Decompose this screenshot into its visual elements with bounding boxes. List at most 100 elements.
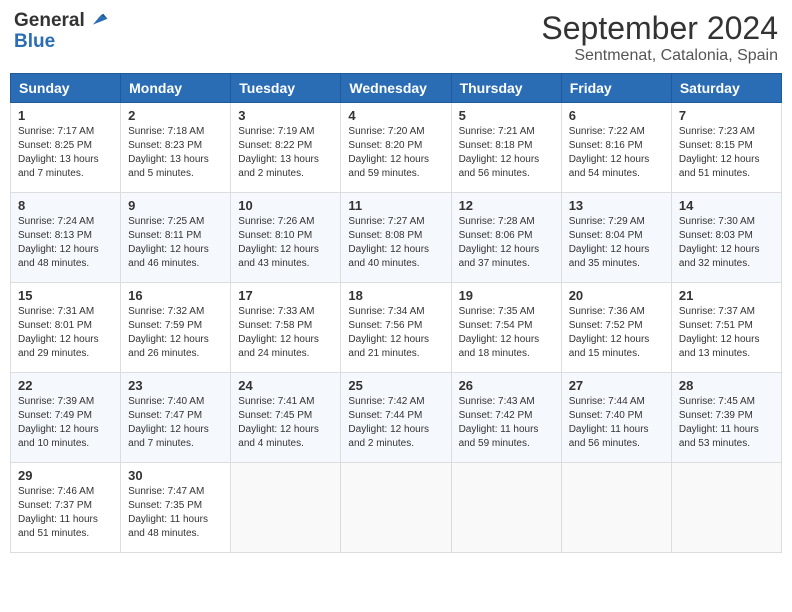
table-row: 22 Sunrise: 7:39 AM Sunset: 7:49 PM Dayl…	[11, 373, 121, 463]
table-row: 30 Sunrise: 7:47 AM Sunset: 7:35 PM Dayl…	[121, 463, 231, 553]
day-number: 25	[348, 378, 443, 393]
table-row: 27 Sunrise: 7:44 AM Sunset: 7:40 PM Dayl…	[561, 373, 671, 463]
day-info: Sunrise: 7:47 AM Sunset: 7:35 PM Dayligh…	[128, 485, 223, 541]
page-header: General Blue September 2024 Sentmenat, C…	[10, 10, 782, 65]
day-number: 23	[128, 378, 223, 393]
day-number: 16	[128, 288, 223, 303]
day-info: Sunrise: 7:40 AM Sunset: 7:47 PM Dayligh…	[128, 395, 223, 451]
day-number: 19	[459, 288, 554, 303]
calendar-week-row: 22 Sunrise: 7:39 AM Sunset: 7:49 PM Dayl…	[11, 373, 782, 463]
day-info: Sunrise: 7:45 AM Sunset: 7:39 PM Dayligh…	[679, 395, 774, 451]
day-number: 21	[679, 288, 774, 303]
day-number: 5	[459, 108, 554, 123]
table-row: 26 Sunrise: 7:43 AM Sunset: 7:42 PM Dayl…	[451, 373, 561, 463]
table-row	[561, 463, 671, 553]
day-number: 30	[128, 468, 223, 483]
col-sunday: Sunday	[11, 74, 121, 103]
col-wednesday: Wednesday	[341, 74, 451, 103]
day-info: Sunrise: 7:24 AM Sunset: 8:13 PM Dayligh…	[18, 215, 113, 271]
day-info: Sunrise: 7:17 AM Sunset: 8:25 PM Dayligh…	[18, 125, 113, 181]
table-row	[451, 463, 561, 553]
table-row: 29 Sunrise: 7:46 AM Sunset: 7:37 PM Dayl…	[11, 463, 121, 553]
location-title: Sentmenat, Catalonia, Spain	[541, 47, 778, 65]
day-number: 9	[128, 198, 223, 213]
day-number: 13	[569, 198, 664, 213]
calendar-week-row: 29 Sunrise: 7:46 AM Sunset: 7:37 PM Dayl…	[11, 463, 782, 553]
table-row: 6 Sunrise: 7:22 AM Sunset: 8:16 PM Dayli…	[561, 103, 671, 193]
day-info: Sunrise: 7:18 AM Sunset: 8:23 PM Dayligh…	[128, 125, 223, 181]
table-row: 5 Sunrise: 7:21 AM Sunset: 8:18 PM Dayli…	[451, 103, 561, 193]
day-info: Sunrise: 7:32 AM Sunset: 7:59 PM Dayligh…	[128, 305, 223, 361]
calendar-week-row: 1 Sunrise: 7:17 AM Sunset: 8:25 PM Dayli…	[11, 103, 782, 193]
col-tuesday: Tuesday	[231, 74, 341, 103]
table-row: 2 Sunrise: 7:18 AM Sunset: 8:23 PM Dayli…	[121, 103, 231, 193]
table-row: 17 Sunrise: 7:33 AM Sunset: 7:58 PM Dayl…	[231, 283, 341, 373]
day-number: 26	[459, 378, 554, 393]
day-info: Sunrise: 7:30 AM Sunset: 8:03 PM Dayligh…	[679, 215, 774, 271]
day-number: 27	[569, 378, 664, 393]
day-number: 17	[238, 288, 333, 303]
calendar-header-row: Sunday Monday Tuesday Wednesday Thursday…	[11, 74, 782, 103]
table-row: 28 Sunrise: 7:45 AM Sunset: 7:39 PM Dayl…	[671, 373, 781, 463]
calendar-week-row: 8 Sunrise: 7:24 AM Sunset: 8:13 PM Dayli…	[11, 193, 782, 283]
day-number: 11	[348, 198, 443, 213]
day-info: Sunrise: 7:42 AM Sunset: 7:44 PM Dayligh…	[348, 395, 443, 451]
table-row: 24 Sunrise: 7:41 AM Sunset: 7:45 PM Dayl…	[231, 373, 341, 463]
table-row	[341, 463, 451, 553]
day-info: Sunrise: 7:34 AM Sunset: 7:56 PM Dayligh…	[348, 305, 443, 361]
day-info: Sunrise: 7:33 AM Sunset: 7:58 PM Dayligh…	[238, 305, 333, 361]
table-row: 20 Sunrise: 7:36 AM Sunset: 7:52 PM Dayl…	[561, 283, 671, 373]
title-block: September 2024 Sentmenat, Catalonia, Spa…	[541, 10, 778, 65]
logo-blue: Blue	[14, 32, 109, 53]
day-info: Sunrise: 7:46 AM Sunset: 7:37 PM Dayligh…	[18, 485, 113, 541]
day-info: Sunrise: 7:28 AM Sunset: 8:06 PM Dayligh…	[459, 215, 554, 271]
table-row: 4 Sunrise: 7:20 AM Sunset: 8:20 PM Dayli…	[341, 103, 451, 193]
day-number: 7	[679, 108, 774, 123]
day-info: Sunrise: 7:22 AM Sunset: 8:16 PM Dayligh…	[569, 125, 664, 181]
table-row: 1 Sunrise: 7:17 AM Sunset: 8:25 PM Dayli…	[11, 103, 121, 193]
table-row: 14 Sunrise: 7:30 AM Sunset: 8:03 PM Dayl…	[671, 193, 781, 283]
col-saturday: Saturday	[671, 74, 781, 103]
day-number: 15	[18, 288, 113, 303]
table-row: 11 Sunrise: 7:27 AM Sunset: 8:08 PM Dayl…	[341, 193, 451, 283]
table-row: 13 Sunrise: 7:29 AM Sunset: 8:04 PM Dayl…	[561, 193, 671, 283]
day-number: 22	[18, 378, 113, 393]
logo-general: General	[14, 10, 85, 31]
table-row: 15 Sunrise: 7:31 AM Sunset: 8:01 PM Dayl…	[11, 283, 121, 373]
table-row: 7 Sunrise: 7:23 AM Sunset: 8:15 PM Dayli…	[671, 103, 781, 193]
day-info: Sunrise: 7:26 AM Sunset: 8:10 PM Dayligh…	[238, 215, 333, 271]
day-info: Sunrise: 7:27 AM Sunset: 8:08 PM Dayligh…	[348, 215, 443, 271]
table-row: 25 Sunrise: 7:42 AM Sunset: 7:44 PM Dayl…	[341, 373, 451, 463]
table-row: 10 Sunrise: 7:26 AM Sunset: 8:10 PM Dayl…	[231, 193, 341, 283]
logo-bird-icon	[87, 10, 109, 32]
day-number: 10	[238, 198, 333, 213]
day-number: 18	[348, 288, 443, 303]
day-info: Sunrise: 7:37 AM Sunset: 7:51 PM Dayligh…	[679, 305, 774, 361]
table-row: 23 Sunrise: 7:40 AM Sunset: 7:47 PM Dayl…	[121, 373, 231, 463]
day-number: 14	[679, 198, 774, 213]
day-info: Sunrise: 7:20 AM Sunset: 8:20 PM Dayligh…	[348, 125, 443, 181]
table-row	[231, 463, 341, 553]
day-number: 4	[348, 108, 443, 123]
day-info: Sunrise: 7:39 AM Sunset: 7:49 PM Dayligh…	[18, 395, 113, 451]
day-number: 1	[18, 108, 113, 123]
logo: General Blue	[14, 10, 109, 53]
calendar-table: Sunday Monday Tuesday Wednesday Thursday…	[10, 73, 782, 553]
day-number: 2	[128, 108, 223, 123]
day-info: Sunrise: 7:35 AM Sunset: 7:54 PM Dayligh…	[459, 305, 554, 361]
day-number: 29	[18, 468, 113, 483]
day-number: 12	[459, 198, 554, 213]
table-row: 3 Sunrise: 7:19 AM Sunset: 8:22 PM Dayli…	[231, 103, 341, 193]
table-row: 8 Sunrise: 7:24 AM Sunset: 8:13 PM Dayli…	[11, 193, 121, 283]
calendar-week-row: 15 Sunrise: 7:31 AM Sunset: 8:01 PM Dayl…	[11, 283, 782, 373]
table-row: 12 Sunrise: 7:28 AM Sunset: 8:06 PM Dayl…	[451, 193, 561, 283]
table-row: 16 Sunrise: 7:32 AM Sunset: 7:59 PM Dayl…	[121, 283, 231, 373]
table-row: 18 Sunrise: 7:34 AM Sunset: 7:56 PM Dayl…	[341, 283, 451, 373]
col-thursday: Thursday	[451, 74, 561, 103]
col-monday: Monday	[121, 74, 231, 103]
col-friday: Friday	[561, 74, 671, 103]
day-info: Sunrise: 7:29 AM Sunset: 8:04 PM Dayligh…	[569, 215, 664, 271]
day-number: 8	[18, 198, 113, 213]
day-number: 20	[569, 288, 664, 303]
table-row: 9 Sunrise: 7:25 AM Sunset: 8:11 PM Dayli…	[121, 193, 231, 283]
